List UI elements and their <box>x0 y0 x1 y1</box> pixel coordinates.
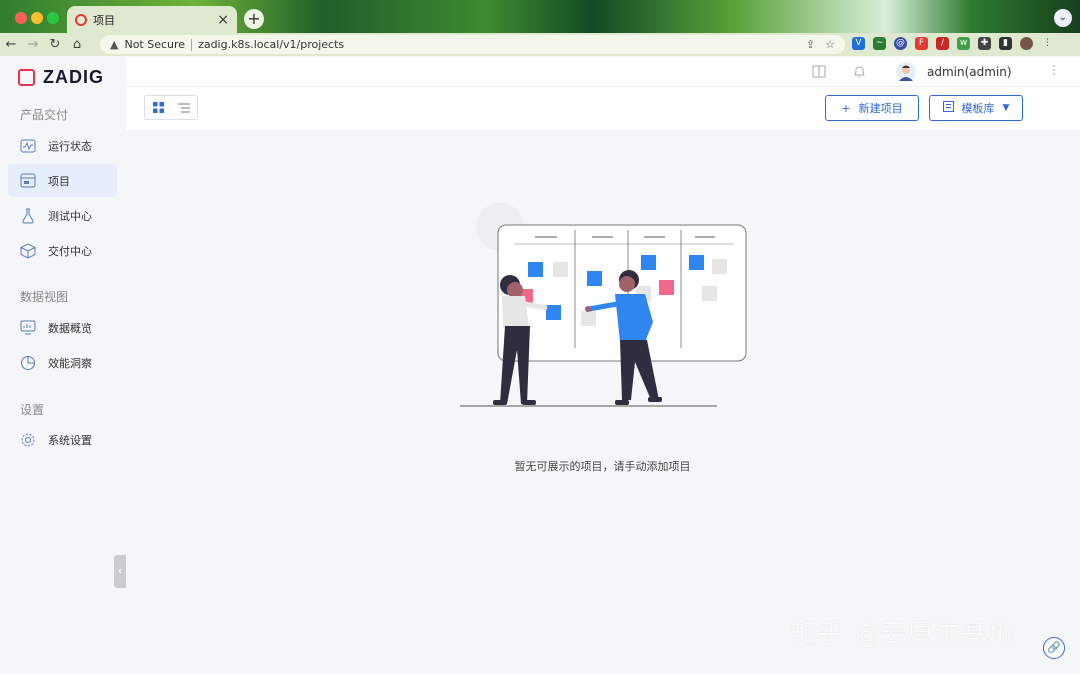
address-bar[interactable]: ▲ Not Secure zadig.k8s.local/v1/projects… <box>100 35 845 54</box>
new-project-label: 新建项目 <box>858 102 903 115</box>
extensions-puzzle-icon[interactable]: ✚ <box>978 37 991 50</box>
extension-fe-icon[interactable]: F <box>915 37 928 50</box>
reload-icon[interactable]: ↻ <box>44 37 66 52</box>
section-title-settings: 设置 <box>20 403 45 417</box>
tab-title: 项目 <box>93 13 115 27</box>
sidebar-item-efficiency-insight[interactable]: 效能洞察 <box>8 346 117 379</box>
template-library-label: 模板库 <box>961 102 995 115</box>
warning-icon: ▲ <box>110 38 119 51</box>
flask-icon <box>20 208 36 224</box>
section-title-product-delivery: 产品交付 <box>20 108 69 122</box>
list-view-icon[interactable] <box>171 96 197 119</box>
tab-close-icon[interactable]: × <box>217 12 229 28</box>
sidebar-item-delivery-center[interactable]: 交付中心 <box>8 234 117 267</box>
app-topbar: admin(admin) ⋮ <box>126 57 1080 87</box>
section-title-data-view: 数据视图 <box>20 290 69 304</box>
grid-view-icon[interactable] <box>145 96 171 119</box>
url-text: zadig.k8s.local/v1/projects <box>198 38 345 51</box>
view-toggle <box>144 95 198 120</box>
package-icon <box>20 242 36 259</box>
sidebar-item-label: 项目 <box>48 174 70 188</box>
more-options-icon[interactable]: ⋮ <box>1048 63 1060 77</box>
gear-icon <box>20 432 36 448</box>
security-label: Not Secure <box>124 38 186 51</box>
activity-icon <box>20 138 36 154</box>
extension-pen-icon[interactable]: / <box>936 37 949 50</box>
sidebar-item-label: 效能洞察 <box>48 356 92 370</box>
extension-chart-icon[interactable]: ~ <box>873 37 886 50</box>
forward-icon[interactable]: → <box>22 37 44 52</box>
watermark-text: 知乎 @云原生基地 <box>790 619 1015 650</box>
browser-tab[interactable]: 项目 × <box>67 6 237 33</box>
window-minimize-button[interactable] <box>31 12 43 24</box>
docs-book-icon[interactable] <box>812 65 826 79</box>
monitor-icon <box>20 320 36 336</box>
sidebar-item-label: 系统设置 <box>48 433 92 447</box>
extensions-bar: V ~ @ F / w ✚ ▮ ⋮ <box>852 37 1054 50</box>
project-icon <box>20 173 36 189</box>
zadig-logo-icon <box>18 69 35 86</box>
window-zoom-button[interactable] <box>47 12 59 24</box>
share-link-icon[interactable]: 🔗 <box>1043 637 1065 659</box>
zadig-favicon-icon <box>75 13 87 26</box>
window-close-button[interactable] <box>15 12 27 24</box>
back-icon[interactable]: ← <box>0 37 22 52</box>
zadig-logo[interactable]: ZADIG <box>18 67 104 88</box>
sidebar-item-projects[interactable]: 项目 <box>8 164 117 197</box>
action-bar: + 新建项目 模板库 ▼ <box>126 87 1080 130</box>
sidebar-item-label: 运行状态 <box>48 139 92 153</box>
sidebar-item-label: 数据概览 <box>48 321 92 335</box>
browser-toolbar: ← → ↻ ⌂ ▲ Not Secure zadig.k8s.local/v1/… <box>0 33 1080 56</box>
browser-menu-icon[interactable]: ⋮ <box>1041 37 1054 50</box>
new-tab-button[interactable]: + <box>244 9 264 29</box>
bookmark-star-icon[interactable]: ☆ <box>825 38 835 51</box>
browser-tabstrip: 项目 × + ⌄ <box>0 0 1080 33</box>
new-project-button[interactable]: + 新建项目 <box>825 95 919 121</box>
sidebar-item-system-settings[interactable]: 系统设置 <box>8 423 117 456</box>
share-icon[interactable]: ⇪ <box>806 38 815 51</box>
template-icon <box>942 101 954 115</box>
notification-bell-icon[interactable] <box>853 65 867 79</box>
sidebar-collapse-handle[interactable]: ‹ <box>114 555 126 588</box>
dropdown-caret-icon: ▼ <box>1002 103 1010 113</box>
sidebar-item-label: 测试中心 <box>48 209 92 223</box>
sidebar: ZADIG 产品交付 运行状态 项目 测试中心 交付中心 数据视图 数据概览 效… <box>0 57 126 674</box>
sidebar-item-data-overview[interactable]: 数据概览 <box>8 311 117 344</box>
sidebar-item-label: 交付中心 <box>48 244 92 258</box>
extension-wechat-icon[interactable]: w <box>957 37 970 50</box>
logo-text: ZADIG <box>43 67 104 87</box>
sidebar-item-test-center[interactable]: 测试中心 <box>8 199 117 232</box>
home-icon[interactable]: ⌂ <box>66 37 88 52</box>
tab-search-icon[interactable]: ⌄ <box>1054 9 1072 27</box>
plus-icon: + <box>841 101 851 115</box>
side-panel-icon[interactable]: ▮ <box>999 37 1012 50</box>
empty-state-message: 暂无可展示的项目，请手动添加项目 <box>514 460 691 473</box>
user-name[interactable]: admin(admin) <box>927 65 1012 79</box>
extension-at-icon[interactable]: @ <box>894 37 907 50</box>
sidebar-item-runtime-status[interactable]: 运行状态 <box>8 129 117 162</box>
profile-avatar-icon[interactable] <box>1020 37 1033 50</box>
extension-v-icon[interactable]: V <box>852 37 865 50</box>
pie-chart-icon <box>20 355 36 371</box>
empty-state-illustration <box>455 200 755 419</box>
template-library-button[interactable]: 模板库 ▼ <box>929 95 1023 121</box>
avatar[interactable] <box>896 62 916 82</box>
